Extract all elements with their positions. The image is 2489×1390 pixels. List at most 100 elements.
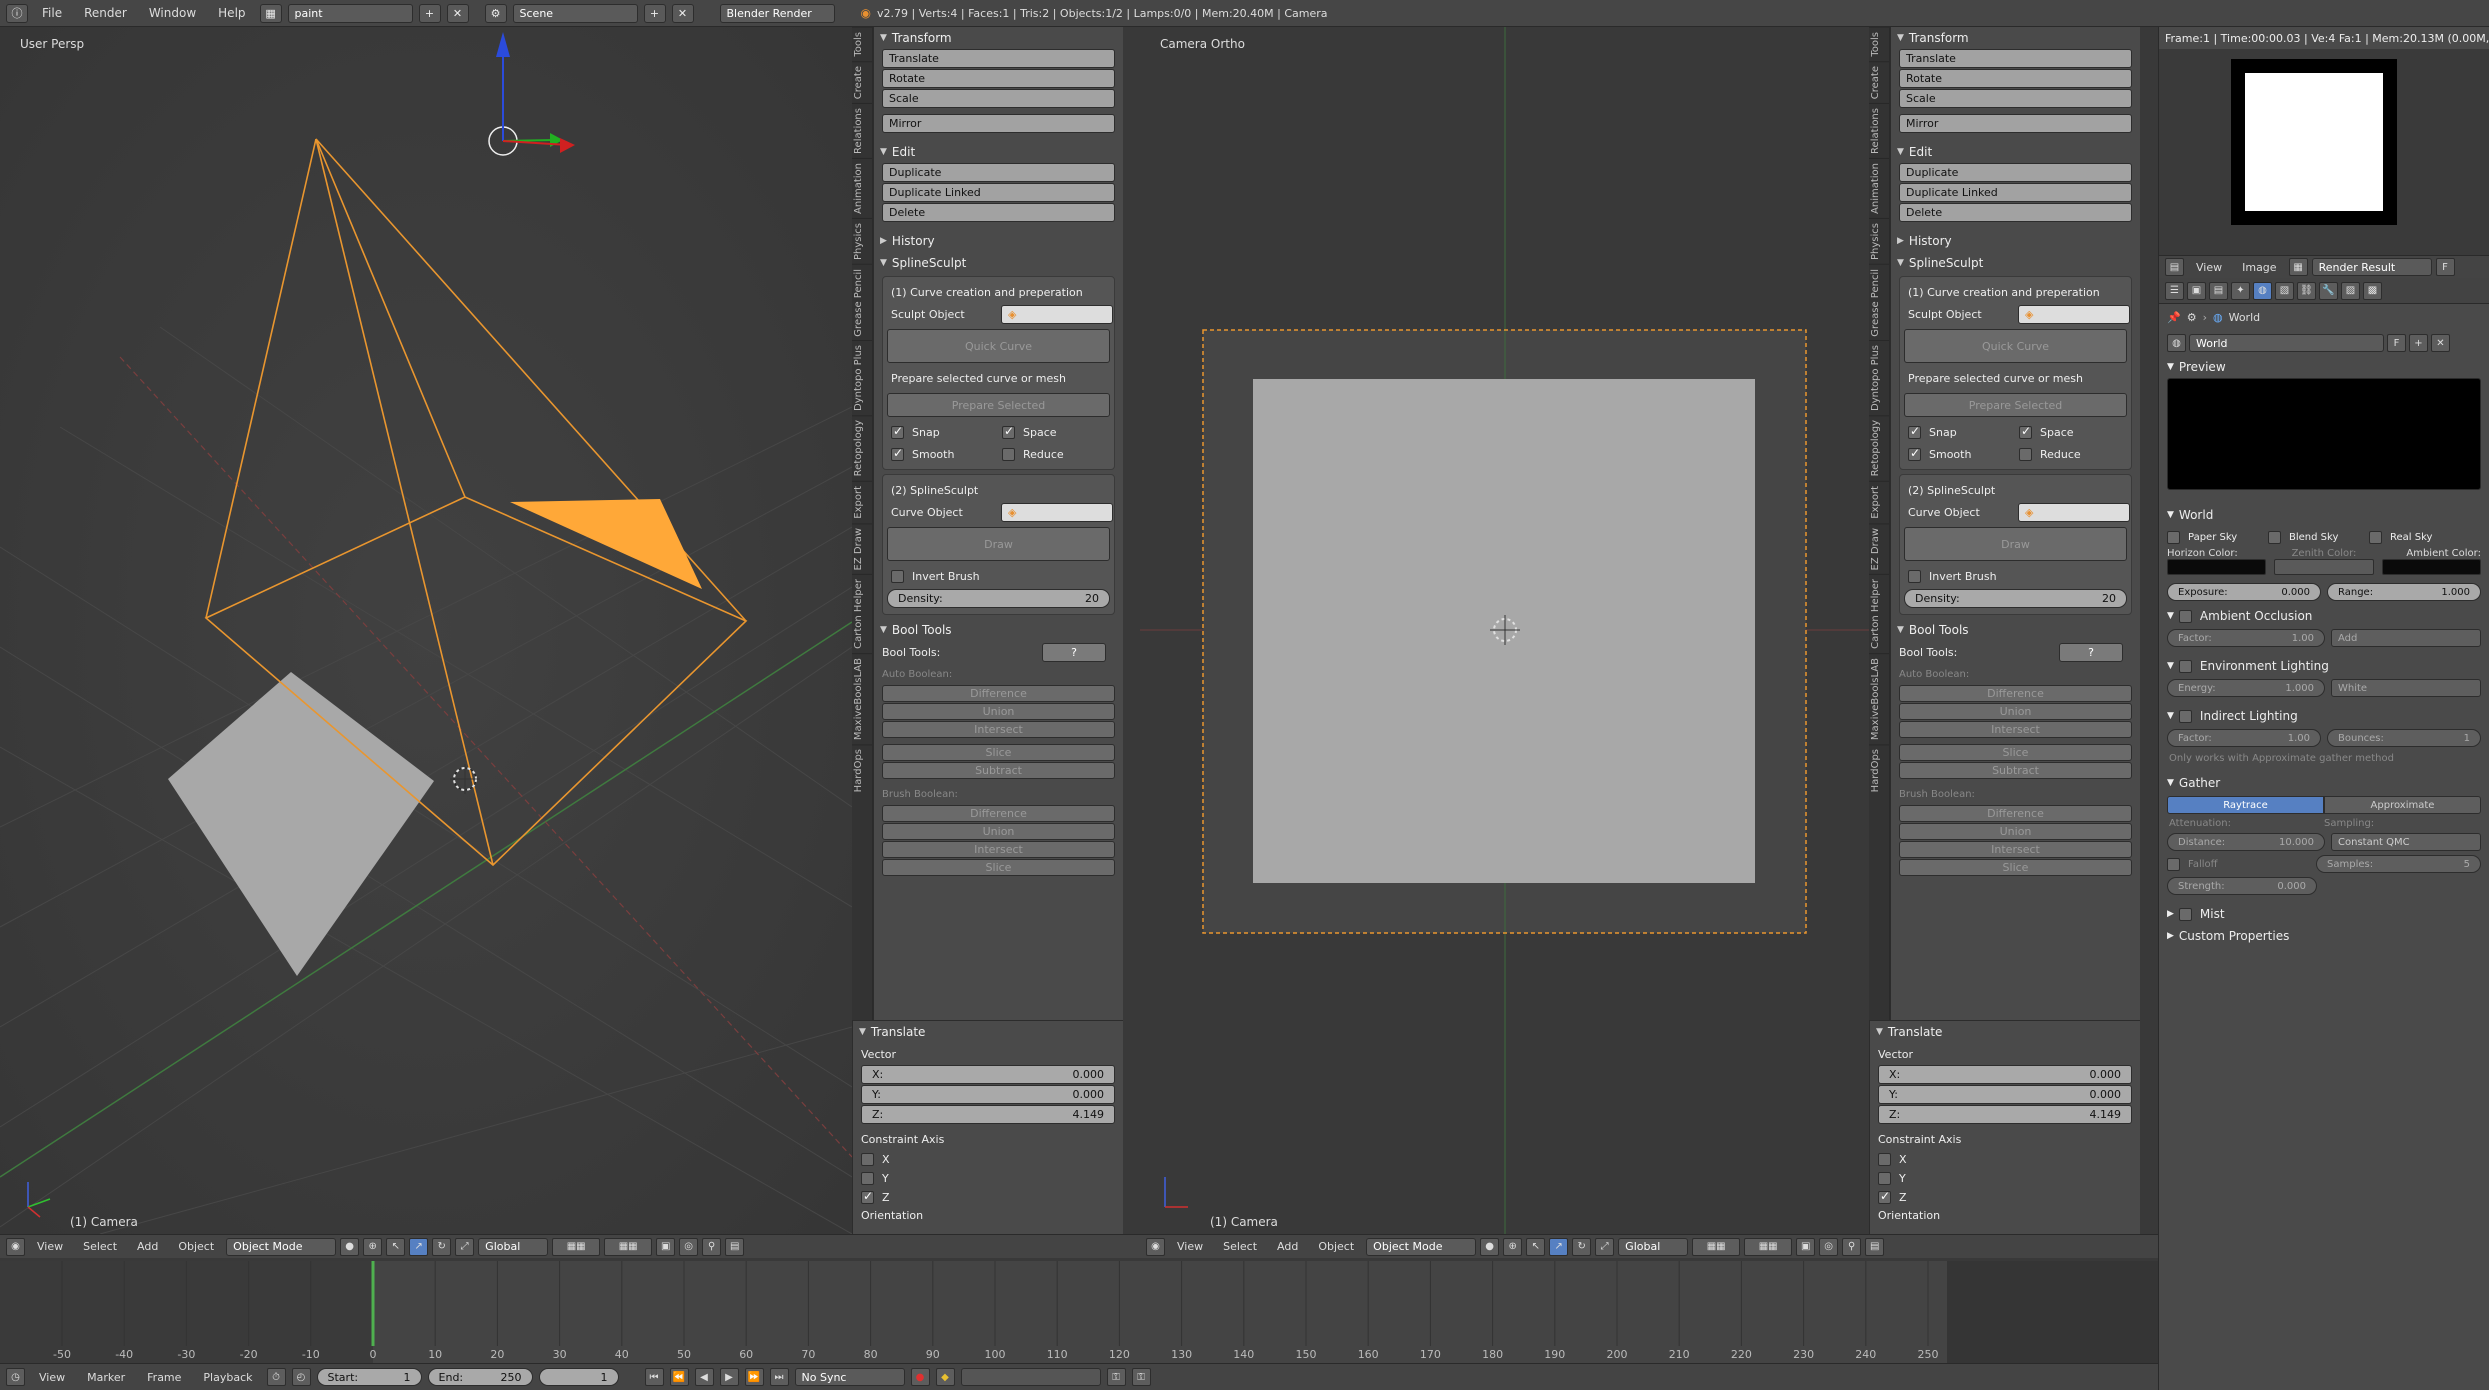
- ao-factor-field[interactable]: Factor: 1.00: [2167, 629, 2325, 647]
- tab-hardops-r[interactable]: HardOps: [1869, 743, 1889, 797]
- sync-select[interactable]: No Sync: [794, 1368, 905, 1386]
- info-editor-icon[interactable]: ⓘ: [6, 3, 28, 23]
- auto-subtract-button[interactable]: Subtract: [882, 762, 1115, 779]
- render-result-field[interactable]: Render Result: [2311, 258, 2432, 276]
- tl-menu-view[interactable]: View: [31, 1371, 73, 1384]
- delete-button[interactable]: Delete: [882, 203, 1115, 222]
- history-header-r[interactable]: ▶ History: [1891, 230, 2140, 252]
- constraint-y-checkbox-r[interactable]: [1878, 1172, 1891, 1185]
- reduce-checkbox[interactable]: [1002, 447, 1015, 461]
- tab-carton-helper[interactable]: Carton Helper: [852, 574, 872, 653]
- ambient-color-swatch[interactable]: [2381, 559, 2481, 575]
- jump-end-icon[interactable]: ⏭: [769, 1368, 789, 1386]
- texture-tab-icon[interactable]: ▩: [2363, 281, 2382, 300]
- raytrace-toggle[interactable]: Raytrace: [2167, 796, 2324, 814]
- remove-screen-icon[interactable]: ✕: [446, 3, 469, 23]
- duplicate-button-r[interactable]: Duplicate: [1899, 163, 2132, 182]
- env-energy-field[interactable]: Energy: 1.000: [2167, 679, 2325, 697]
- editor-type-icon-r[interactable]: ◉: [1146, 1237, 1165, 1256]
- smooth-checkbox-r[interactable]: [1908, 446, 1921, 461]
- indirect-factor-field[interactable]: Factor: 1.00: [2167, 729, 2321, 747]
- pin-icon[interactable]: 📌: [2167, 311, 2181, 324]
- constraint-z-checkbox-r[interactable]: [1878, 1189, 1891, 1204]
- rotate-manipulator-icon-r[interactable]: ↻: [1572, 1237, 1592, 1256]
- tab-dyntopo-plus-r[interactable]: Dyntopo Plus: [1869, 340, 1889, 416]
- tab-tools[interactable]: Tools: [852, 27, 872, 61]
- vector-z-field-r[interactable]: Z: 4.149: [1878, 1105, 2132, 1124]
- zenith-color-swatch[interactable]: [2274, 559, 2374, 575]
- menu-object-r[interactable]: Object: [1310, 1240, 1362, 1253]
- mode-select-r[interactable]: Object Mode: [1366, 1237, 1477, 1256]
- render-result-area[interactable]: [2159, 49, 2489, 255]
- render-icon[interactable]: ▤: [725, 1237, 745, 1256]
- layers-icon-r[interactable]: ▦▦: [1692, 1237, 1741, 1256]
- play-icon[interactable]: ▶: [719, 1368, 739, 1386]
- menu-render[interactable]: Render: [76, 6, 135, 20]
- tab-export[interactable]: Export: [852, 480, 872, 523]
- horizon-color-swatch[interactable]: [2167, 559, 2267, 575]
- pivot-icon[interactable]: ⊕: [363, 1237, 383, 1256]
- ao-blend-select[interactable]: Add: [2331, 629, 2481, 647]
- brush-slice-button-r[interactable]: Slice: [1899, 859, 2132, 876]
- proportional-icon-r[interactable]: ◎: [1819, 1237, 1839, 1256]
- delete-button-r[interactable]: Delete: [1899, 203, 2132, 222]
- transform-header[interactable]: ▼ Transform: [874, 27, 1123, 49]
- scale-button-r[interactable]: Scale: [1899, 89, 2132, 108]
- mirror-button-r[interactable]: Mirror: [1899, 114, 2132, 133]
- sculpt-object-field-r[interactable]: ◈: [2018, 304, 2130, 324]
- real-sky-checkbox[interactable]: [2369, 530, 2382, 544]
- jump-key-fwd-icon[interactable]: ⏩: [744, 1368, 764, 1386]
- blend-sky-checkbox[interactable]: [2268, 530, 2281, 544]
- exposure-field[interactable]: Exposure: 0.000: [2167, 583, 2321, 601]
- edit-header-r[interactable]: ▼ Edit: [1891, 141, 2140, 163]
- world-add-icon[interactable]: +: [2409, 334, 2428, 352]
- layers2-icon-r[interactable]: ▦▦: [1744, 1237, 1793, 1256]
- vector-y-field-r[interactable]: Y: 0.000: [1878, 1085, 2132, 1104]
- quick-curve-button[interactable]: Quick Curve: [887, 329, 1110, 363]
- fake-user-f[interactable]: F: [2435, 258, 2455, 276]
- tab-animation-r[interactable]: Animation: [1869, 157, 1889, 218]
- space-checkbox-r[interactable]: [2019, 424, 2032, 439]
- tab-create-r[interactable]: Create: [1869, 60, 1889, 103]
- properties-editor-icon[interactable]: ☰: [2165, 281, 2184, 300]
- menu-view-r[interactable]: View: [1169, 1240, 1211, 1253]
- indirect-header[interactable]: Indirect Lighting: [2200, 709, 2298, 723]
- left-3d-viewport[interactable]: User Persp (1) Camera: [0, 27, 852, 1234]
- tab-retopology-r[interactable]: Retopology: [1869, 415, 1889, 481]
- start-frame-field[interactable]: Start: 1: [316, 1368, 422, 1386]
- jump-key-back-icon[interactable]: ⏪: [669, 1368, 689, 1386]
- proportional-icon[interactable]: ◎: [679, 1237, 699, 1256]
- preview-header[interactable]: ▼ Preview: [2159, 356, 2489, 378]
- ao-checkbox[interactable]: [2178, 609, 2192, 623]
- brush-intersect-button[interactable]: Intersect: [882, 841, 1115, 858]
- tab-physics[interactable]: Physics: [852, 217, 872, 264]
- scene-icon[interactable]: ⚙: [484, 3, 507, 23]
- jump-start-icon[interactable]: ⏮: [644, 1368, 664, 1386]
- rotate-manipulator-icon[interactable]: ↻: [432, 1237, 452, 1256]
- manipulator-icon[interactable]: ↖: [386, 1237, 406, 1256]
- screen-name-field[interactable]: paint: [287, 3, 413, 23]
- layers2-icon[interactable]: ▦▦: [604, 1237, 653, 1256]
- auto-subtract-button-r[interactable]: Subtract: [1899, 762, 2132, 779]
- world-name-field[interactable]: World: [2189, 334, 2384, 352]
- lock-icon[interactable]: ▣: [656, 1237, 676, 1256]
- world-fake-user[interactable]: F: [2387, 334, 2406, 352]
- editor-type-icon[interactable]: ◉: [6, 1237, 25, 1256]
- add-screen-icon[interactable]: +: [418, 3, 441, 23]
- strength-field[interactable]: Strength: 0.000: [2167, 877, 2317, 895]
- preview-range-icon[interactable]: ⏱: [266, 1368, 286, 1386]
- bool-help-button[interactable]: ?: [1042, 642, 1106, 662]
- tab-animation[interactable]: Animation: [852, 157, 872, 218]
- vector-y-field[interactable]: Y: 0.000: [861, 1085, 1115, 1104]
- render-engine-select[interactable]: Blender Render: [719, 3, 835, 23]
- brush-difference-button-r[interactable]: Difference: [1899, 805, 2132, 822]
- samples-field[interactable]: Samples: 5: [2316, 855, 2481, 873]
- gather-header[interactable]: ▼ Gather: [2159, 772, 2489, 794]
- auto-difference-button-r[interactable]: Difference: [1899, 685, 2132, 702]
- custom-properties-header[interactable]: ▶ Custom Properties: [2159, 925, 2489, 947]
- image-menu-image[interactable]: Image: [2234, 261, 2284, 274]
- mode-select[interactable]: Object Mode: [226, 1237, 337, 1256]
- image-browse-icon[interactable]: ▦: [2288, 258, 2308, 276]
- world-tab-icon[interactable]: ◍: [2253, 281, 2272, 300]
- keying-set-field[interactable]: [960, 1368, 1101, 1386]
